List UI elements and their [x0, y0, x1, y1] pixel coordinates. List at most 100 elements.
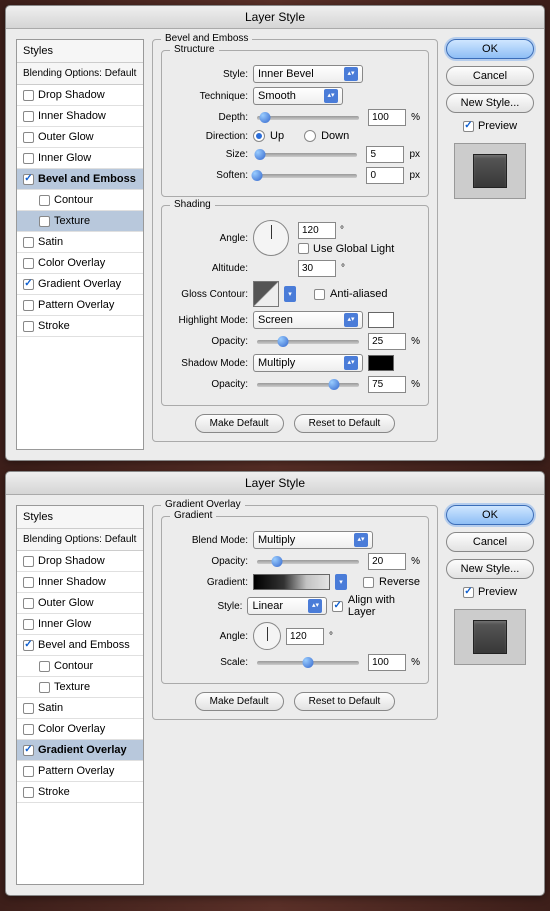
- style-checkbox[interactable]: [23, 258, 34, 269]
- shadow-opacity-input[interactable]: [368, 376, 406, 393]
- align-checkbox[interactable]: [332, 601, 342, 612]
- style-checkbox[interactable]: [39, 682, 50, 693]
- style-checkbox[interactable]: [23, 703, 34, 714]
- style-checkbox[interactable]: [23, 598, 34, 609]
- style-checkbox[interactable]: [23, 745, 34, 756]
- style-item-contour[interactable]: Contour: [17, 190, 143, 211]
- dropdown-icon[interactable]: ▾: [335, 574, 347, 590]
- style-item-gradient_overlay[interactable]: Gradient Overlay: [17, 740, 143, 761]
- style-select[interactable]: Inner Bevel▴▾: [253, 65, 363, 83]
- style-item-color_overlay[interactable]: Color Overlay: [17, 719, 143, 740]
- make-default-button[interactable]: Make Default: [195, 414, 284, 433]
- reset-default-button[interactable]: Reset to Default: [294, 692, 396, 711]
- gradient-style-select[interactable]: Linear▴▾: [247, 597, 327, 615]
- angle-dial[interactable]: [253, 220, 289, 256]
- style-item-outer_glow[interactable]: Outer Glow: [17, 127, 143, 148]
- scale-input[interactable]: [368, 654, 406, 671]
- style-item-pattern_overlay[interactable]: Pattern Overlay: [17, 295, 143, 316]
- style-checkbox[interactable]: [23, 766, 34, 777]
- shadow-color-swatch[interactable]: [368, 355, 394, 371]
- reverse-checkbox[interactable]: [363, 577, 374, 588]
- blending-options-row[interactable]: Blending Options: Default: [17, 529, 143, 551]
- style-checkbox[interactable]: [23, 132, 34, 143]
- blending-options-row[interactable]: Blending Options: Default: [17, 63, 143, 85]
- highlight-opacity-input[interactable]: [368, 333, 406, 350]
- direction-up-radio[interactable]: [253, 130, 265, 142]
- opacity-input[interactable]: [368, 553, 406, 570]
- style-checkbox[interactable]: [23, 556, 34, 567]
- style-item-drop_shadow[interactable]: Drop Shadow: [17, 85, 143, 106]
- highlight-opacity-slider[interactable]: [257, 340, 359, 344]
- style-item-texture[interactable]: Texture: [17, 677, 143, 698]
- highlight-mode-select[interactable]: Screen▴▾: [253, 311, 363, 329]
- style-item-satin[interactable]: Satin: [17, 698, 143, 719]
- style-checkbox[interactable]: [23, 111, 34, 122]
- depth-slider[interactable]: [257, 116, 359, 120]
- technique-select[interactable]: Smooth▴▾: [253, 87, 343, 105]
- style-checkbox[interactable]: [23, 90, 34, 101]
- style-checkbox[interactable]: [23, 153, 34, 164]
- style-checkbox[interactable]: [23, 724, 34, 735]
- gloss-contour-picker[interactable]: [253, 281, 279, 307]
- ok-button[interactable]: OK: [446, 39, 534, 59]
- scale-slider[interactable]: [257, 661, 359, 665]
- direction-down-radio[interactable]: [304, 130, 316, 142]
- style-item-texture[interactable]: Texture: [17, 211, 143, 232]
- style-item-outer_glow[interactable]: Outer Glow: [17, 593, 143, 614]
- style-checkbox[interactable]: [23, 577, 34, 588]
- style-checkbox[interactable]: [39, 195, 50, 206]
- style-item-drop_shadow[interactable]: Drop Shadow: [17, 551, 143, 572]
- style-checkbox[interactable]: [39, 661, 50, 672]
- style-item-inner_glow[interactable]: Inner Glow: [17, 148, 143, 169]
- style-checkbox[interactable]: [23, 619, 34, 630]
- shadow-mode-select[interactable]: Multiply▴▾: [253, 354, 363, 372]
- opacity-slider[interactable]: [257, 560, 359, 564]
- new-style-button[interactable]: New Style...: [446, 559, 534, 579]
- gradient-picker[interactable]: [253, 574, 330, 590]
- antialiased-checkbox[interactable]: [314, 289, 325, 300]
- style-item-satin[interactable]: Satin: [17, 232, 143, 253]
- global-light-checkbox[interactable]: [298, 243, 309, 254]
- soften-slider[interactable]: [257, 174, 357, 178]
- size-slider[interactable]: [257, 153, 357, 157]
- style-item-stroke[interactable]: Stroke: [17, 782, 143, 803]
- style-item-stroke[interactable]: Stroke: [17, 316, 143, 337]
- preview-checkbox[interactable]: [463, 121, 474, 132]
- size-input[interactable]: [366, 146, 404, 163]
- style-item-color_overlay[interactable]: Color Overlay: [17, 253, 143, 274]
- cancel-button[interactable]: Cancel: [446, 66, 534, 86]
- soften-input[interactable]: [366, 167, 404, 184]
- style-checkbox[interactable]: [23, 787, 34, 798]
- ok-button[interactable]: OK: [446, 505, 534, 525]
- angle-dial[interactable]: [253, 622, 281, 650]
- blend-mode-select[interactable]: Multiply▴▾: [253, 531, 373, 549]
- make-default-button[interactable]: Make Default: [195, 692, 284, 711]
- size-label: Size:: [170, 149, 248, 160]
- dropdown-icon[interactable]: ▾: [284, 286, 296, 302]
- style-item-bevel[interactable]: Bevel and Emboss: [17, 635, 143, 656]
- style-checkbox[interactable]: [23, 174, 34, 185]
- style-item-inner_shadow[interactable]: Inner Shadow: [17, 572, 143, 593]
- style-checkbox[interactable]: [23, 237, 34, 248]
- style-checkbox[interactable]: [23, 300, 34, 311]
- style-checkbox[interactable]: [23, 640, 34, 651]
- style-item-bevel[interactable]: Bevel and Emboss: [17, 169, 143, 190]
- shadow-opacity-slider[interactable]: [257, 383, 359, 387]
- style-checkbox[interactable]: [23, 279, 34, 290]
- style-item-contour[interactable]: Contour: [17, 656, 143, 677]
- style-checkbox[interactable]: [39, 216, 50, 227]
- style-item-inner_glow[interactable]: Inner Glow: [17, 614, 143, 635]
- altitude-input[interactable]: [298, 260, 336, 277]
- new-style-button[interactable]: New Style...: [446, 93, 534, 113]
- cancel-button[interactable]: Cancel: [446, 532, 534, 552]
- style-checkbox[interactable]: [23, 321, 34, 332]
- angle-input[interactable]: [298, 222, 336, 239]
- highlight-color-swatch[interactable]: [368, 312, 394, 328]
- angle-input[interactable]: [286, 628, 324, 645]
- style-item-gradient_overlay[interactable]: Gradient Overlay: [17, 274, 143, 295]
- style-item-inner_shadow[interactable]: Inner Shadow: [17, 106, 143, 127]
- preview-checkbox[interactable]: [463, 587, 474, 598]
- style-item-pattern_overlay[interactable]: Pattern Overlay: [17, 761, 143, 782]
- reset-default-button[interactable]: Reset to Default: [294, 414, 396, 433]
- depth-input[interactable]: [368, 109, 406, 126]
